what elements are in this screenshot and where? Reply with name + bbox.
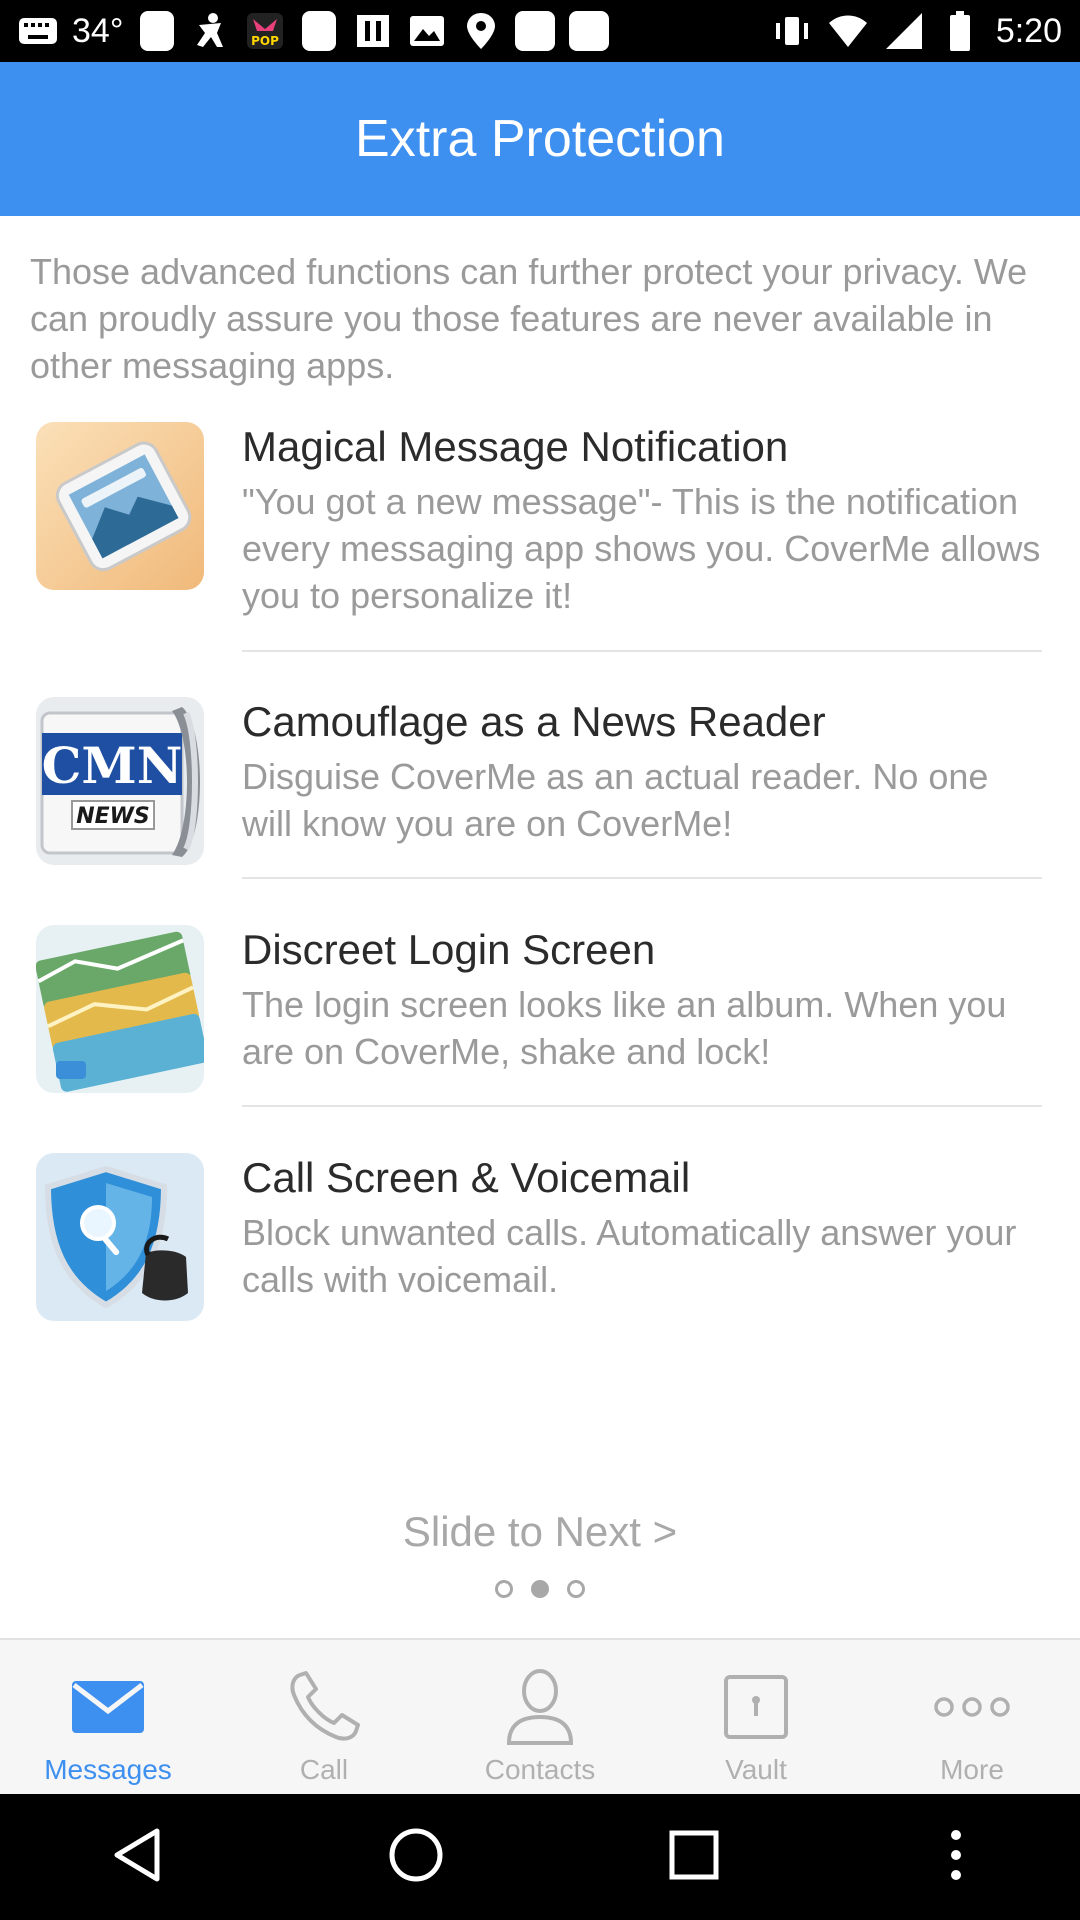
tab-vault[interactable]: Vault — [648, 1640, 864, 1794]
tab-label: More — [940, 1754, 1004, 1785]
status-icons-left: 34° POP — [18, 8, 610, 54]
sim-icon — [299, 11, 339, 51]
tab-messages[interactable]: Messages — [0, 1640, 216, 1794]
vibrate-icon — [772, 11, 812, 51]
recents-icon[interactable] — [664, 1825, 724, 1890]
svg-text:POP: POP — [252, 34, 280, 48]
person-icon — [505, 1662, 575, 1752]
clock: 5:20 — [995, 11, 1062, 50]
calendar-icon — [515, 11, 556, 51]
page-dot — [567, 1580, 585, 1598]
slide-next-hint[interactable]: Slide to Next > — [0, 1508, 1080, 1556]
page-dot — [495, 1580, 513, 1598]
signal-icon — [884, 11, 924, 51]
feature-title: Magical Message Notification — [242, 423, 789, 470]
sim-icon — [569, 11, 610, 51]
tab-label: Messages — [44, 1754, 172, 1785]
wifi-icon — [828, 11, 868, 51]
feature-description: Block unwanted calls. Automatically answ… — [242, 1212, 1017, 1300]
news-reader-icon: CMN NEWS — [36, 697, 204, 865]
tab-label: Call — [299, 1754, 349, 1785]
page-indicator — [0, 1580, 1080, 1598]
vault-icon — [723, 1662, 789, 1752]
app-header: Extra Protection — [0, 62, 1080, 216]
temperature: 34° — [72, 11, 124, 50]
tab-label: Vault — [725, 1754, 787, 1785]
status-icons-right: 5:20 — [772, 8, 1062, 54]
tab-contacts[interactable]: Contacts — [432, 1640, 648, 1794]
feature-description: The login screen looks like an album. Wh… — [242, 984, 1007, 1072]
feature-description: Disguise CoverMe as an actual reader. No… — [242, 756, 989, 844]
feature-title: Call Screen & Voicemail — [242, 1154, 691, 1201]
divider — [242, 877, 1042, 879]
page-title: Extra Protection — [355, 110, 725, 168]
bottom-tab-bar: Messages Call Contacts Vault More — [0, 1638, 1080, 1794]
phone-icon — [286, 1662, 362, 1752]
feature-description: "You got a new message"- This is the not… — [242, 481, 1041, 616]
pop-app-icon: POP — [245, 11, 285, 51]
tab-more[interactable]: More — [864, 1640, 1080, 1794]
more-icon — [932, 1662, 1012, 1752]
tab-label: Contacts — [484, 1754, 596, 1785]
news-icon-title: CMN — [42, 736, 183, 795]
location-icon — [461, 11, 501, 51]
pause-icon — [353, 11, 393, 51]
divider — [242, 650, 1042, 652]
system-nav-bar — [0, 1794, 1080, 1920]
feature-title: Discreet Login Screen — [242, 926, 656, 973]
photo-icon — [407, 11, 447, 51]
feature-title: Camouflage as a News Reader — [242, 698, 826, 745]
envelope-icon — [70, 1662, 146, 1752]
phone-notification-icon — [36, 422, 204, 590]
intro-text: Those advanced functions can further pro… — [30, 251, 1028, 386]
page-dot-active — [531, 1580, 549, 1598]
sim-icon — [137, 11, 177, 51]
photo-album-icon — [36, 925, 204, 1093]
home-icon[interactable] — [386, 1825, 446, 1890]
shield-phone-icon — [36, 1153, 204, 1321]
overflow-menu-icon[interactable] — [941, 1825, 971, 1890]
person-icon — [191, 11, 231, 51]
back-icon[interactable] — [109, 1825, 169, 1890]
battery-icon — [940, 11, 980, 51]
keyboard-icon — [18, 11, 58, 51]
divider — [242, 1105, 1042, 1107]
status-bar: 34° POP 5:20 — [0, 0, 1080, 62]
tab-call[interactable]: Call — [216, 1640, 432, 1794]
news-icon-subtitle: NEWS — [76, 804, 150, 829]
